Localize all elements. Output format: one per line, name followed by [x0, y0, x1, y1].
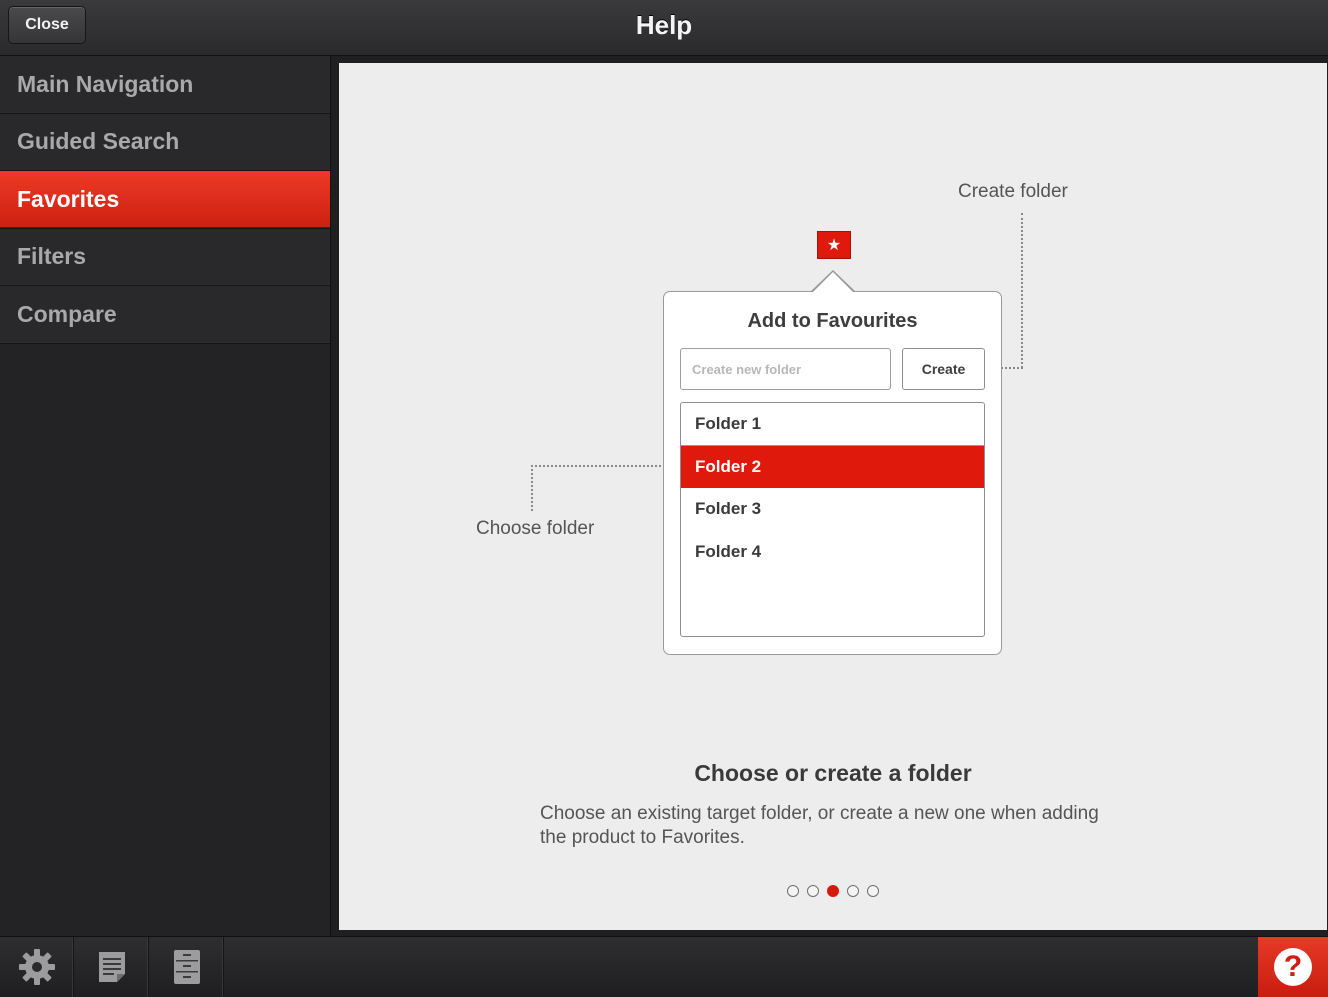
sidebar: Main Navigation Guided Search Favorites …: [0, 56, 331, 936]
create-button[interactable]: Create: [902, 348, 985, 390]
sidebar-item-filters[interactable]: Filters: [0, 228, 330, 286]
help-caption-title: Choose or create a folder: [694, 760, 972, 786]
star-icon: ★: [817, 231, 851, 259]
add-to-favourites-popover: Add to Favourites Create Folder 1 Folder…: [663, 291, 1002, 655]
page-dot-active[interactable]: [827, 885, 839, 897]
gear-icon: [18, 949, 55, 985]
page-title: Help: [635, 10, 693, 40]
callout-choose-folder: Choose folder: [476, 518, 595, 539]
callout-create-folder: Create folder: [958, 181, 1068, 202]
list-item[interactable]: Folder 3: [681, 488, 984, 531]
callout-line-choose: [531, 465, 533, 511]
list-item[interactable]: Folder 1: [681, 403, 984, 446]
page-indicator[interactable]: [787, 885, 879, 897]
cabinet-icon: [173, 950, 200, 984]
notes-button[interactable]: [75, 937, 149, 997]
sidebar-item-guided-search[interactable]: Guided Search: [0, 113, 330, 171]
page-dot[interactable]: [787, 885, 799, 897]
page-dot[interactable]: [807, 885, 819, 897]
sidebar-item-favorites[interactable]: Favorites: [0, 171, 330, 229]
help-caption-body: Choose an existing target folder, or cre…: [540, 803, 1099, 848]
create-folder-input[interactable]: [680, 348, 891, 390]
notes-icon: [98, 952, 125, 982]
sidebar-item-compare[interactable]: Compare: [0, 286, 330, 344]
page-dot[interactable]: [847, 885, 859, 897]
help-button[interactable]: ?: [1258, 937, 1328, 997]
bottom-toolbar: ?: [0, 936, 1328, 997]
help-icon: ?: [1274, 948, 1312, 986]
help-panel: Create folder Choose folder ★ Add to Fav…: [339, 63, 1327, 930]
sidebar-item-main-navigation[interactable]: Main Navigation: [0, 56, 330, 114]
page-dot[interactable]: [867, 885, 879, 897]
catalog-button[interactable]: [150, 937, 224, 997]
list-item[interactable]: Folder 4: [681, 531, 984, 574]
callout-line-create: [1021, 213, 1023, 368]
list-item[interactable]: Folder 2: [681, 445, 984, 488]
folder-list: Folder 1 Folder 2 Folder 3 Folder 4: [680, 402, 985, 637]
top-bar: Close Help: [0, 0, 1328, 56]
callout-line-choose-h: [531, 465, 681, 467]
popover-arrow-fill: [812, 272, 854, 293]
popover-title: Add to Favourites: [747, 310, 918, 332]
settings-button[interactable]: [0, 937, 74, 997]
